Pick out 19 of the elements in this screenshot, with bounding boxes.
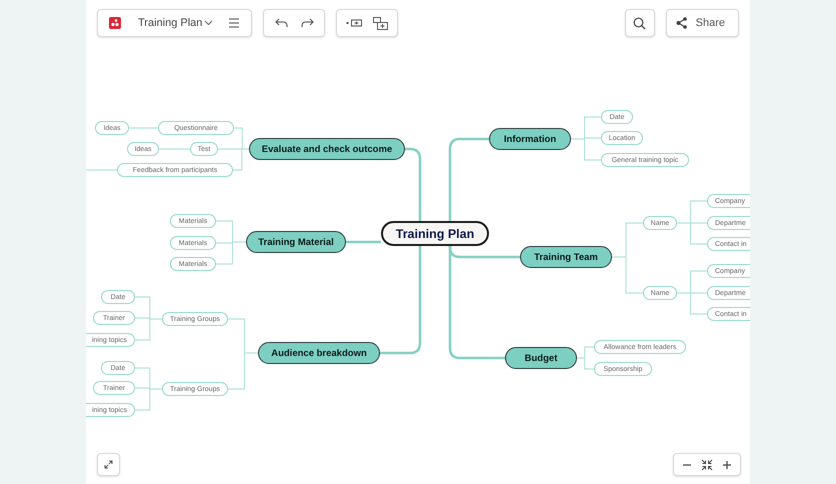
fullscreen-button[interactable]: [97, 453, 120, 476]
main-topic[interactable]: Information: [489, 128, 571, 150]
main-topic[interactable]: Training Team: [520, 246, 612, 268]
connector-line: [228, 352, 258, 390]
search-icon: [633, 16, 646, 30]
connector-line: [576, 358, 594, 370]
expand-icon: [104, 460, 113, 469]
connector-line: [346, 240, 381, 244]
connector-line: [612, 256, 644, 294]
connector-line: [158, 148, 190, 150]
main-topic[interactable]: Evaluate and check outcome: [249, 138, 405, 160]
chevron-icon: [204, 20, 214, 26]
main-topic[interactable]: Training Material: [246, 231, 346, 253]
search-button[interactable]: [624, 9, 655, 37]
central-topic[interactable]: Training Plan: [381, 221, 489, 246]
main-topic[interactable]: Audience breakdown: [258, 342, 380, 364]
share-button[interactable]: Share: [666, 9, 739, 37]
main-topic[interactable]: Budget: [505, 347, 577, 369]
share-icon: [676, 17, 687, 29]
